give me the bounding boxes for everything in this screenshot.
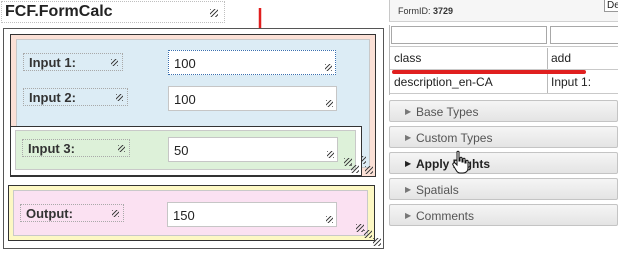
caret-right-icon: ▶ (405, 211, 412, 220)
input-3-label[interactable]: Input 3: (22, 139, 130, 157)
resize-handle-icon[interactable] (365, 166, 373, 174)
red-underline-annotation (392, 70, 586, 74)
input-2-label[interactable]: Input 2: (23, 88, 128, 106)
properties-header: FormID: 3729 De (389, 0, 618, 22)
resize-handle-icon[interactable] (326, 216, 333, 223)
resize-handle-icon[interactable] (327, 151, 334, 158)
form-title: FCF.FormCalc (5, 3, 113, 20)
property-key-input[interactable] (391, 26, 547, 44)
resize-handle-icon[interactable] (112, 210, 119, 217)
accordion-custom-types[interactable]: ▶ Custom Types (389, 126, 618, 148)
resize-handle-icon[interactable] (351, 165, 359, 173)
form-title-field[interactable]: FCF.FormCalc (1, 1, 225, 23)
caret-right-icon: ▶ (405, 107, 412, 116)
resize-handle-icon[interactable] (111, 59, 118, 66)
resize-handle-icon[interactable] (356, 224, 364, 232)
resize-handle-icon[interactable] (373, 238, 381, 246)
accordion-apply-rights[interactable]: ▶ Apply Rights (389, 152, 618, 174)
accordion-spatials[interactable]: ▶ Spatials (389, 178, 618, 200)
input-3-section[interactable]: Input 3: 50 (10, 126, 362, 176)
resize-handle-icon[interactable] (210, 9, 218, 17)
accordion-base-types[interactable]: ▶ Base Types (389, 100, 618, 122)
caret-right-icon: ▶ (405, 185, 412, 194)
resize-handle-icon[interactable] (364, 230, 372, 238)
accordion-comments[interactable]: ▶ Comments (389, 204, 618, 226)
form-id: FormID: 3729 (398, 6, 454, 16)
caret-right-icon: ▶ (405, 159, 412, 168)
resize-handle-icon[interactable] (118, 145, 125, 152)
resize-handle-icon[interactable] (326, 100, 333, 107)
language-select[interactable]: De (604, 0, 618, 12)
properties-table: class add description_en-CA Input 1: (389, 25, 618, 95)
properties-row[interactable]: description_en-CA Input 1: (390, 72, 618, 94)
properties-row-input (390, 25, 618, 47)
property-value-input[interactable] (550, 26, 618, 44)
output-section[interactable]: Output: 150 (8, 185, 375, 241)
input-3-field[interactable]: 50 (168, 137, 338, 162)
resize-handle-icon[interactable] (116, 94, 123, 101)
hand-pointer-icon (452, 150, 469, 174)
input-1-field[interactable]: 100 (168, 50, 336, 75)
input-3-panel[interactable]: Input 3: 50 (15, 130, 356, 170)
output-label[interactable]: Output: (20, 204, 124, 222)
form-canvas[interactable]: Input 1: 100 Input 2: 100 Input 3: 50 Ou… (3, 28, 384, 249)
properties-row[interactable]: class add (390, 48, 618, 70)
input-2-field[interactable]: 100 (168, 86, 337, 111)
input-1-label[interactable]: Input 1: (23, 53, 123, 71)
caret-right-icon: ▶ (405, 133, 412, 142)
output-field[interactable]: 150 (167, 202, 337, 227)
resize-handle-icon[interactable] (325, 64, 332, 71)
output-panel[interactable]: Output: 150 (13, 190, 368, 236)
